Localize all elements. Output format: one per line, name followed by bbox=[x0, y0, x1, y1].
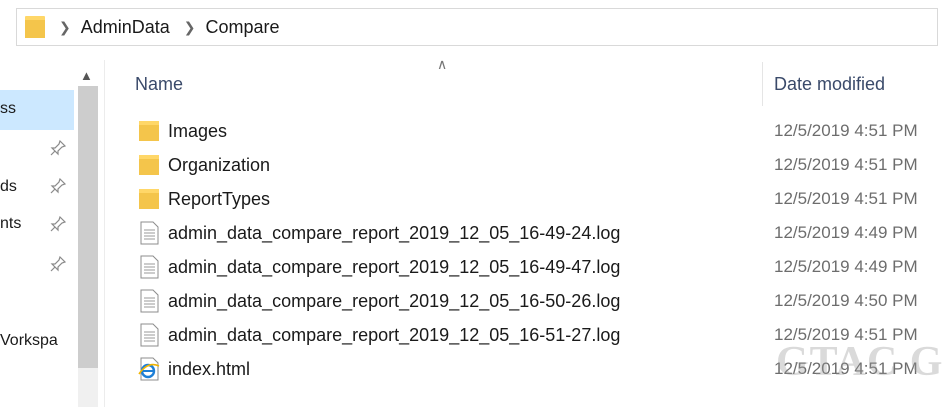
file-name: admin_data_compare_report_2019_12_05_16-… bbox=[168, 223, 621, 243]
address-bar[interactable]: ❯ AdminData ❯ Compare bbox=[16, 8, 938, 46]
text-file-icon bbox=[140, 289, 159, 313]
breadcrumb-separator-icon: ❯ bbox=[183, 18, 196, 35]
file-date: 12/5/2019 4:51 PM bbox=[774, 121, 918, 140]
folder-icon bbox=[25, 16, 45, 38]
file-date: 12/5/2019 4:51 PM bbox=[774, 189, 918, 208]
scrollbar-thumb[interactable] bbox=[78, 86, 98, 368]
sort-ascending-icon: ∧ bbox=[437, 56, 448, 72]
navigation-pane: ▲ ss ds nts Vorkspa bbox=[0, 60, 105, 407]
file-row-reporttypes[interactable]: ReportTypes 12/5/2019 4:51 PM bbox=[134, 182, 942, 216]
file-name: Images bbox=[168, 121, 228, 141]
nav-item-documents[interactable]: nts bbox=[0, 215, 21, 233]
nav-item-label: Vorkspa bbox=[0, 332, 58, 349]
file-row-images[interactable]: Images 12/5/2019 4:51 PM bbox=[134, 114, 942, 148]
folder-icon bbox=[139, 189, 159, 209]
file-name: Organization bbox=[168, 155, 271, 175]
nav-item-label: ds bbox=[0, 178, 17, 195]
file-date: 12/5/2019 4:50 PM bbox=[774, 291, 918, 310]
column-header-name[interactable]: Name bbox=[135, 74, 183, 95]
watermark: GTAC G bbox=[776, 339, 942, 385]
folder-icon bbox=[139, 155, 159, 175]
nav-item-downloads[interactable]: ds bbox=[0, 178, 17, 196]
pin-icon[interactable] bbox=[50, 140, 66, 156]
file-name: admin_data_compare_report_2019_12_05_16-… bbox=[168, 325, 621, 345]
nav-item-label: ss bbox=[0, 100, 16, 117]
breadcrumb-admindata[interactable]: AdminData bbox=[81, 17, 170, 38]
file-name: admin_data_compare_report_2019_12_05_16-… bbox=[168, 257, 621, 277]
file-date: 12/5/2019 4:51 PM bbox=[774, 155, 918, 174]
scroll-up-icon[interactable]: ▲ bbox=[80, 68, 93, 83]
file-row-log[interactable]: admin_data_compare_report_2019_12_05_16-… bbox=[134, 284, 942, 318]
file-row-log[interactable]: admin_data_compare_report_2019_12_05_16-… bbox=[134, 250, 942, 284]
file-date: 12/5/2019 4:49 PM bbox=[774, 257, 918, 276]
breadcrumb-separator-icon: ❯ bbox=[59, 18, 71, 35]
text-file-icon bbox=[140, 255, 159, 279]
folder-icon bbox=[139, 121, 159, 141]
nav-item-label: nts bbox=[0, 215, 22, 232]
pin-icon[interactable] bbox=[50, 216, 66, 232]
file-name: index.html bbox=[168, 359, 251, 379]
nav-item-workspace[interactable]: Vorkspa bbox=[0, 332, 58, 350]
pin-icon[interactable] bbox=[50, 256, 66, 272]
text-file-icon bbox=[140, 323, 159, 347]
file-name: admin_data_compare_report_2019_12_05_16-… bbox=[168, 291, 621, 311]
column-header-date-modified[interactable]: Date modified bbox=[774, 74, 885, 95]
file-name: ReportTypes bbox=[168, 189, 271, 209]
column-divider[interactable] bbox=[762, 62, 763, 106]
file-date: 12/5/2019 4:49 PM bbox=[774, 223, 918, 242]
pin-icon[interactable] bbox=[50, 178, 66, 194]
nav-item-quick-access[interactable]: ss bbox=[0, 90, 74, 130]
internet-explorer-icon bbox=[138, 357, 160, 381]
text-file-icon bbox=[140, 221, 159, 245]
file-row-organization[interactable]: Organization 12/5/2019 4:51 PM bbox=[134, 148, 942, 182]
file-row-log[interactable]: admin_data_compare_report_2019_12_05_16-… bbox=[134, 216, 942, 250]
breadcrumb-compare[interactable]: Compare bbox=[206, 17, 280, 38]
